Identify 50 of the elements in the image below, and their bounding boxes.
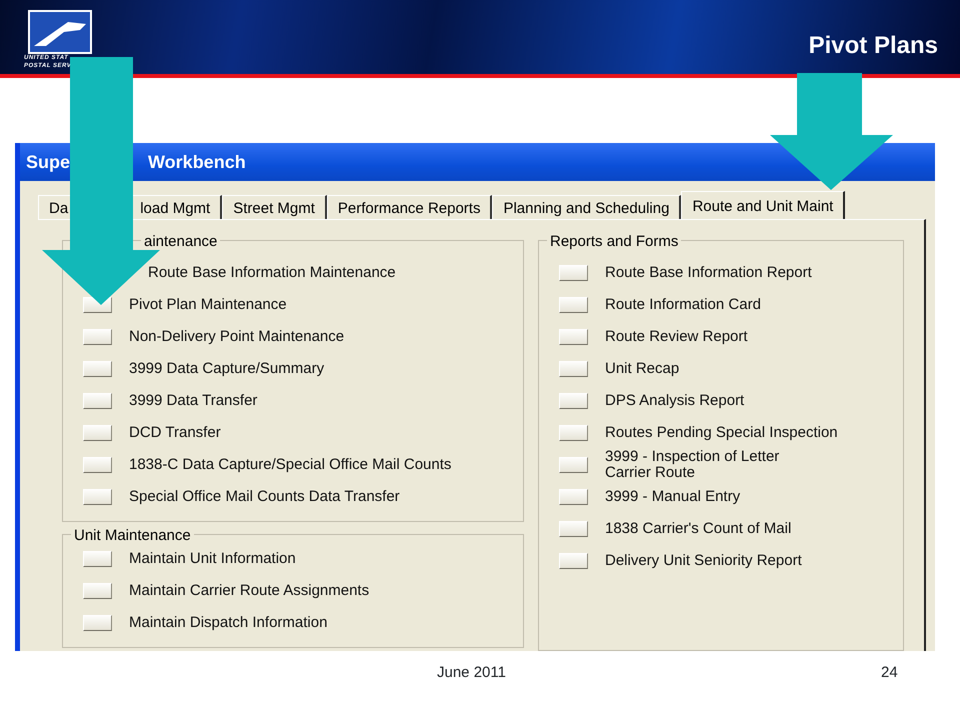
option-label: Pivot Plan Maintenance bbox=[129, 297, 287, 313]
tab[interactable]: Street Mgmt bbox=[222, 195, 327, 219]
down-arrow-icon bbox=[770, 73, 893, 190]
option-label: Maintain Unit Information bbox=[129, 551, 296, 567]
option-button[interactable] bbox=[559, 489, 588, 505]
option-button[interactable] bbox=[559, 553, 588, 569]
option-button[interactable] bbox=[83, 457, 112, 473]
option-label: Special Office Mail Counts Data Transfer bbox=[129, 489, 400, 505]
option-label: 3999 - Inspection of Letter Carrier Route bbox=[605, 449, 780, 481]
page-number: 24 bbox=[881, 663, 898, 683]
option-label: 1838 Carrier's Count of Mail bbox=[605, 521, 792, 537]
option-label: Non-Delivery Point Maintenance bbox=[129, 329, 344, 345]
option-label: Maintain Dispatch Information bbox=[129, 615, 328, 631]
option-label: Route Review Report bbox=[605, 329, 748, 345]
option-button[interactable] bbox=[559, 457, 588, 473]
tab[interactable]: Route and Unit Maint bbox=[681, 191, 846, 219]
option-button[interactable] bbox=[559, 425, 588, 441]
footer-date: June 2011 bbox=[437, 663, 506, 683]
option-button[interactable] bbox=[559, 297, 588, 313]
option-button[interactable] bbox=[83, 329, 112, 345]
option-label: 3999 - Manual Entry bbox=[605, 489, 740, 505]
option-label: DPS Analysis Report bbox=[605, 393, 744, 409]
window-title: Workbench bbox=[148, 150, 246, 174]
slide-title: Pivot Plans bbox=[808, 31, 938, 61]
option-button[interactable] bbox=[83, 615, 112, 631]
option-label: Unit Recap bbox=[605, 361, 680, 377]
option-button[interactable] bbox=[559, 329, 588, 345]
option-label: 3999 Data Capture/Summary bbox=[129, 361, 324, 377]
option-button[interactable] bbox=[83, 393, 112, 409]
window-title: Supe bbox=[26, 150, 70, 174]
option-button[interactable] bbox=[559, 361, 588, 377]
option-label: Route Base Information Report bbox=[605, 265, 812, 281]
option-button[interactable] bbox=[83, 361, 112, 377]
option-label: Route Information Card bbox=[605, 297, 761, 313]
option-button[interactable] bbox=[83, 489, 112, 505]
tab[interactable]: Planning and Scheduling bbox=[492, 195, 682, 219]
option-label: 1838-C Data Capture/Special Office Mail Counts bbox=[129, 457, 452, 473]
option-button[interactable] bbox=[83, 551, 112, 567]
option-label: Route Base Information Maintenance bbox=[148, 265, 396, 281]
option-label: Delivery Unit Seniority Report bbox=[605, 553, 802, 569]
option-label: Routes Pending Special Inspection bbox=[605, 425, 838, 441]
tab[interactable]: Performance Reports bbox=[326, 195, 492, 219]
option-button[interactable] bbox=[559, 393, 588, 409]
option-label: Maintain Carrier Route Assignments bbox=[129, 583, 370, 599]
option-label: 3999 Data Transfer bbox=[129, 393, 258, 409]
option-button[interactable] bbox=[83, 425, 112, 441]
option-button[interactable] bbox=[559, 265, 588, 281]
option-label: DCD Transfer bbox=[129, 425, 221, 441]
option-button[interactable] bbox=[83, 583, 112, 599]
option-button[interactable] bbox=[559, 521, 588, 537]
